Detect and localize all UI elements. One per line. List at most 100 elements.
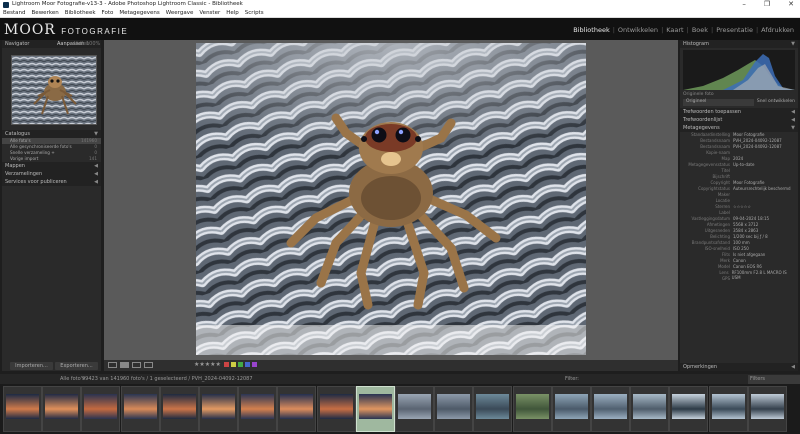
folders-header[interactable]: Mappen ◀ [2, 162, 101, 170]
menu-metadata[interactable]: Metagegevens [119, 9, 159, 17]
filmstrip-thumbnail[interactable] [277, 386, 317, 432]
thumbnail-image [476, 394, 510, 419]
color-label-blue[interactable] [245, 362, 250, 367]
metadata-value[interactable]: Auteursrechtelijk beschermd [733, 186, 791, 192]
menu-window[interactable]: Venster [199, 9, 220, 17]
menu-photo[interactable]: Foto [102, 9, 114, 17]
filmstrip-thumbnail[interactable] [708, 386, 748, 432]
close-button[interactable]: ✕ [788, 0, 794, 9]
filmstrip-thumbnail[interactable] [591, 386, 630, 432]
keywording-header[interactable]: Trefwoorden toepassen ◀ [680, 108, 798, 116]
color-label-red[interactable] [224, 362, 229, 367]
module-picker: Bibliotheek | Ontwikkelen | Kaart | Boek… [573, 26, 794, 34]
filmstrip[interactable] [0, 384, 800, 434]
filmstrip-thumbnail[interactable] [473, 386, 513, 432]
menu-file[interactable]: Bestand [3, 9, 26, 17]
module-book[interactable]: Boek [692, 26, 708, 34]
thumbnail-image [84, 394, 118, 419]
filmstrip-thumbnail[interactable] [238, 386, 278, 432]
color-label-purple[interactable] [252, 362, 257, 367]
navigator-header[interactable]: Navigator Aanpassen Vullen 100% [2, 40, 101, 48]
metadata-value[interactable]: PVH_2024-04092-12087 [733, 144, 782, 150]
thumbnail-image [750, 394, 784, 419]
metadata-value[interactable]: ☆☆☆☆☆ [733, 204, 751, 210]
publish-services-header[interactable]: Services voor publiceren ◀ [2, 178, 101, 186]
filmstrip-thumbnail[interactable] [669, 386, 709, 432]
library-toolbar: ★★★★★ [104, 360, 678, 371]
catalog-header[interactable]: Catalogus ▼ [2, 130, 101, 138]
module-map[interactable]: Kaart [666, 26, 683, 34]
menu-view[interactable]: Weergave [166, 9, 194, 17]
filmstrip-thumbnail[interactable] [3, 386, 42, 432]
rating-stars[interactable]: ★★★★★ [194, 361, 221, 368]
module-develop[interactable]: Ontwikkelen [618, 26, 658, 34]
metadata-key: GPS [721, 276, 730, 281]
menu-scripts[interactable]: Scripts [245, 9, 264, 17]
thumbnail-image [319, 394, 353, 419]
catalog-title: Catalogus [5, 131, 30, 137]
thumbnail-image [358, 394, 392, 419]
menu-edit[interactable]: Bewerken [32, 9, 59, 17]
filmstrip-thumbnail[interactable] [434, 386, 474, 432]
filmstrip-thumbnail[interactable] [42, 386, 82, 432]
thumbnail-image [672, 394, 706, 419]
histogram[interactable] [683, 50, 795, 90]
export-button[interactable]: Exporteren... [55, 362, 98, 370]
module-slideshow[interactable]: Presentatie [716, 26, 753, 34]
survey-view-icon[interactable] [144, 362, 153, 368]
metadata-value[interactable]: RF100mm F2.8 L MACRO IS USM [732, 270, 795, 280]
window-titlebar: Lightroom Moor Fotografie-v13-3 - Adobe … [0, 0, 800, 9]
filmstrip-thumbnail[interactable] [159, 386, 199, 432]
compare-view-icon[interactable] [132, 362, 141, 368]
filmstrip-thumbnail[interactable] [316, 386, 356, 432]
module-library[interactable]: Bibliotheek [573, 26, 609, 34]
histogram-header[interactable]: Histogram ▼ [680, 40, 798, 48]
thumbnail-image [280, 394, 314, 419]
menu-help[interactable]: Help [226, 9, 239, 17]
maximize-button[interactable]: ❐ [764, 0, 770, 9]
color-label-green[interactable] [238, 362, 243, 367]
menu-library[interactable]: Bibliotheek [65, 9, 96, 17]
lightroom-app-icon [3, 1, 9, 8]
comments-header[interactable]: Opmerkingen ◀ [680, 363, 798, 371]
loupe-view-icon[interactable] [120, 362, 129, 368]
minimize-button[interactable]: – [742, 0, 746, 9]
window-title: Lightroom Moor Fotografie-v13-3 - Adobe … [12, 1, 243, 7]
quick-develop-label[interactable]: Snel ontwikkelen [757, 99, 795, 106]
menu-bar: Bestand Bewerken Bibliotheek Foto Metage… [0, 9, 800, 18]
filmstrip-thumbnail[interactable] [551, 386, 591, 432]
zoom-100[interactable]: 100% [86, 40, 100, 48]
import-button[interactable]: Importeren... [10, 362, 53, 370]
filmstrip-thumbnail[interactable] [120, 386, 160, 432]
filmstrip-source[interactable]: Alle foto's [60, 374, 85, 384]
keyword-list-header[interactable]: Trefwoordenlijst ◀ [680, 116, 798, 124]
thumbnail-image [554, 394, 588, 419]
module-print[interactable]: Afdrukken [761, 26, 794, 34]
filmstrip-info: 99423 van 141960 foto's / 1 geselecteerd… [82, 376, 253, 382]
filmstrip-thumbnail[interactable] [199, 386, 238, 432]
filmstrip-header: Alle foto's 99423 van 141960 foto's / 1 … [0, 374, 800, 391]
thumbnail-image [45, 394, 79, 419]
main-photo[interactable] [196, 43, 586, 355]
collapse-triangle-icon: ▼ [94, 131, 98, 137]
filter-label: Filter: [565, 376, 579, 382]
color-label-yellow[interactable] [231, 362, 236, 367]
collections-header[interactable]: Verzamelingen ◀ [2, 170, 101, 178]
navigator-preview[interactable] [11, 55, 97, 125]
thumbnail-image [437, 394, 471, 419]
filmstrip-thumbnail[interactable] [630, 386, 670, 432]
grid-view-icon[interactable] [108, 362, 117, 368]
thumbnail-image [123, 394, 157, 419]
brand-logo: MOOR FOTOGRAFIE [4, 22, 129, 38]
thumbnail-image [241, 394, 275, 419]
preset-select[interactable]: Origineel [683, 99, 754, 106]
filmstrip-thumbnail[interactable] [395, 386, 434, 432]
thumbnail-image [162, 394, 196, 419]
metadata-value[interactable]: Up-to-date [733, 162, 754, 168]
thumbnail-image [202, 394, 235, 419]
filmstrip-thumbnail[interactable] [81, 386, 121, 432]
metadata-header[interactable]: Metagegevens ▼ [680, 124, 798, 132]
filmstrip-thumbnail[interactable] [747, 386, 787, 432]
filmstrip-thumbnail[interactable] [355, 386, 395, 432]
filmstrip-thumbnail[interactable] [512, 386, 552, 432]
